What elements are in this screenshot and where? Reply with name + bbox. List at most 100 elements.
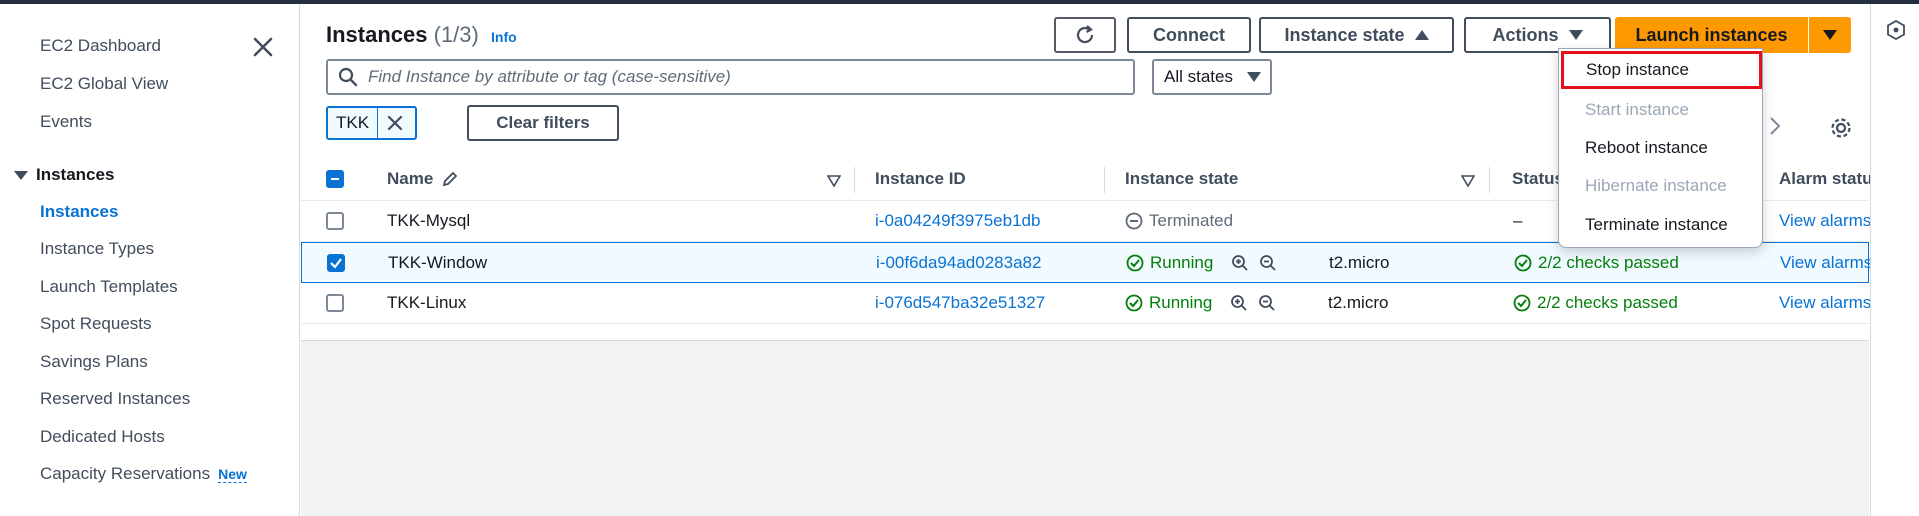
instance-state-filter-select[interactable]: All states — [1152, 59, 1272, 95]
instance-state: Running — [1125, 293, 1276, 313]
sidebar-item-capacity-reservations[interactable]: Capacity Reservations New — [40, 464, 247, 484]
launch-label: Launch instances — [1635, 24, 1788, 45]
refresh-button[interactable] — [1054, 17, 1116, 53]
check-circle-icon — [1513, 294, 1531, 312]
column-header-alarm-status[interactable]: Alarm statu — [1779, 169, 1873, 189]
instances-panel: Instances (1/3) Info Connect Instance st… — [301, 4, 1873, 341]
main-content: Instances (1/3) Info Connect Instance st… — [301, 4, 1873, 516]
page-title-text: Instances — [326, 22, 428, 47]
view-alarms-link[interactable]: View alarms — [1779, 211, 1871, 231]
search-icon — [338, 67, 358, 87]
instance-state: Terminated — [1125, 211, 1233, 231]
column-header-instance-id[interactable]: Instance ID — [875, 169, 966, 189]
sidebar-item-savings-plans[interactable]: Savings Plans — [40, 352, 148, 372]
filter-token-label: TKK — [328, 108, 379, 138]
instance-state-label: Instance state — [1284, 24, 1405, 45]
instance-id-link[interactable]: i-076d547ba32e51327 — [875, 293, 1045, 313]
table-preferences-button[interactable] — [1829, 116, 1853, 140]
sidebar-item-instances[interactable]: Instances — [40, 202, 118, 222]
check-circle-icon — [1514, 254, 1532, 272]
sidebar-item-spot-requests[interactable]: Spot Requests — [40, 314, 152, 334]
chevron-right-icon[interactable] — [1768, 116, 1782, 136]
status-check-text: 2/2 checks passed — [1538, 253, 1679, 272]
sidebar-item-label: Capacity Reservations — [40, 464, 211, 483]
instance-state-text: Terminated — [1149, 211, 1234, 230]
menu-item-terminate-instance[interactable]: Terminate instance — [1559, 206, 1762, 244]
caret-down-icon — [1568, 30, 1583, 40]
column-header-label: Name — [387, 169, 434, 188]
caret-down-icon — [1246, 72, 1261, 82]
new-badge: New — [218, 466, 247, 483]
connect-button[interactable]: Connect — [1127, 17, 1251, 53]
search-input[interactable] — [368, 67, 1108, 87]
table-row-selected[interactable]: TKK-Window i-00f6da94ad0283a82 Running t… — [301, 242, 1872, 283]
view-alarms-link[interactable]: View alarms — [1780, 253, 1872, 273]
sort-icon[interactable] — [1461, 175, 1475, 187]
close-icon — [387, 115, 403, 131]
zoom-in-icon[interactable] — [1231, 254, 1249, 272]
menu-item-start-instance: Start instance — [1585, 100, 1689, 119]
sort-icon[interactable] — [827, 175, 841, 187]
connect-label: Connect — [1153, 24, 1225, 45]
instance-id-link[interactable]: i-00f6da94ad0283a82 — [876, 253, 1041, 273]
sidebar-section-instances[interactable]: Instances — [14, 165, 114, 185]
row-checkbox[interactable] — [326, 294, 344, 312]
select-value: All states — [1164, 67, 1233, 86]
sidebar-item-ec2-global-view[interactable]: EC2 Global View — [40, 74, 168, 94]
launch-options-button[interactable] — [1809, 17, 1851, 53]
instance-state-menu: Stop instance Start instance Reboot inst… — [1558, 48, 1763, 248]
instance-state-text: Running — [1149, 293, 1213, 312]
view-alarms-link[interactable]: View alarms — [1779, 293, 1871, 313]
help-panel-icon[interactable] — [1887, 20, 1905, 40]
state-filter-icons — [1230, 294, 1276, 312]
column-divider[interactable] — [854, 167, 855, 193]
row-checkbox[interactable] — [326, 212, 344, 230]
stopped-icon — [1125, 212, 1143, 230]
instance-name: TKK-Linux — [387, 293, 467, 312]
row-checkbox-checked[interactable] — [327, 254, 345, 272]
filter-token: TKK — [326, 106, 417, 140]
search-field[interactable] — [326, 59, 1135, 95]
gear-icon — [1831, 118, 1851, 138]
clear-filters-label: Clear filters — [496, 113, 590, 132]
remove-filter-button[interactable] — [378, 108, 412, 138]
page-title: Instances (1/3) — [326, 22, 479, 48]
instance-state-text: Running — [1150, 253, 1214, 272]
zoom-in-icon[interactable] — [1230, 294, 1248, 312]
instance-name: TKK-Window — [388, 253, 488, 272]
table-row[interactable]: TKK-Linux i-076d547ba32e51327 Running t2… — [301, 283, 1871, 324]
sidebar-item-reserved-instances[interactable]: Reserved Instances — [40, 389, 190, 409]
column-header-name[interactable]: Name — [387, 169, 459, 189]
sidebar-item-launch-templates[interactable]: Launch Templates — [40, 277, 178, 297]
column-divider[interactable] — [1489, 167, 1490, 193]
state-filter-icons — [1231, 254, 1277, 272]
sidebar-item-ec2-dashboard[interactable]: EC2 Dashboard — [40, 36, 161, 56]
zoom-out-icon[interactable] — [1258, 294, 1276, 312]
instance-id-link[interactable]: i-0a04249f3975eb1db — [875, 211, 1040, 231]
close-icon — [253, 37, 273, 57]
instance-name: TKK-Mysql — [387, 211, 471, 230]
sidebar-item-instance-types[interactable]: Instance Types — [40, 239, 154, 259]
instance-type: t2.micro — [1328, 293, 1389, 312]
sidebar: EC2 Dashboard EC2 Global View Events Ins… — [0, 4, 300, 516]
info-link[interactable]: Info — [491, 29, 517, 45]
zoom-out-icon[interactable] — [1259, 254, 1277, 272]
status-check: – — [1513, 211, 1523, 230]
instance-state-button[interactable]: Instance state — [1259, 17, 1454, 53]
select-all-checkbox[interactable] — [326, 170, 344, 188]
column-header-instance-state[interactable]: Instance state — [1125, 169, 1238, 189]
selection-count: (1/3) — [433, 22, 479, 47]
column-divider[interactable] — [1104, 167, 1105, 193]
clear-filters-button[interactable]: Clear filters — [467, 105, 619, 141]
menu-item-reboot-instance[interactable]: Reboot instance — [1559, 129, 1762, 167]
sidebar-item-dedicated-hosts[interactable]: Dedicated Hosts — [40, 427, 165, 447]
actions-label: Actions — [1492, 24, 1559, 45]
edit-icon — [443, 171, 458, 187]
sidebar-section-label: Instances — [36, 165, 115, 184]
menu-item-stop-instance[interactable]: Stop instance — [1561, 51, 1762, 89]
status-check-text: 2/2 checks passed — [1537, 293, 1678, 312]
close-sidebar-button[interactable] — [250, 34, 276, 60]
sidebar-item-events[interactable]: Events — [40, 112, 92, 132]
right-rail — [1870, 4, 1919, 516]
check-circle-icon — [1125, 294, 1143, 312]
